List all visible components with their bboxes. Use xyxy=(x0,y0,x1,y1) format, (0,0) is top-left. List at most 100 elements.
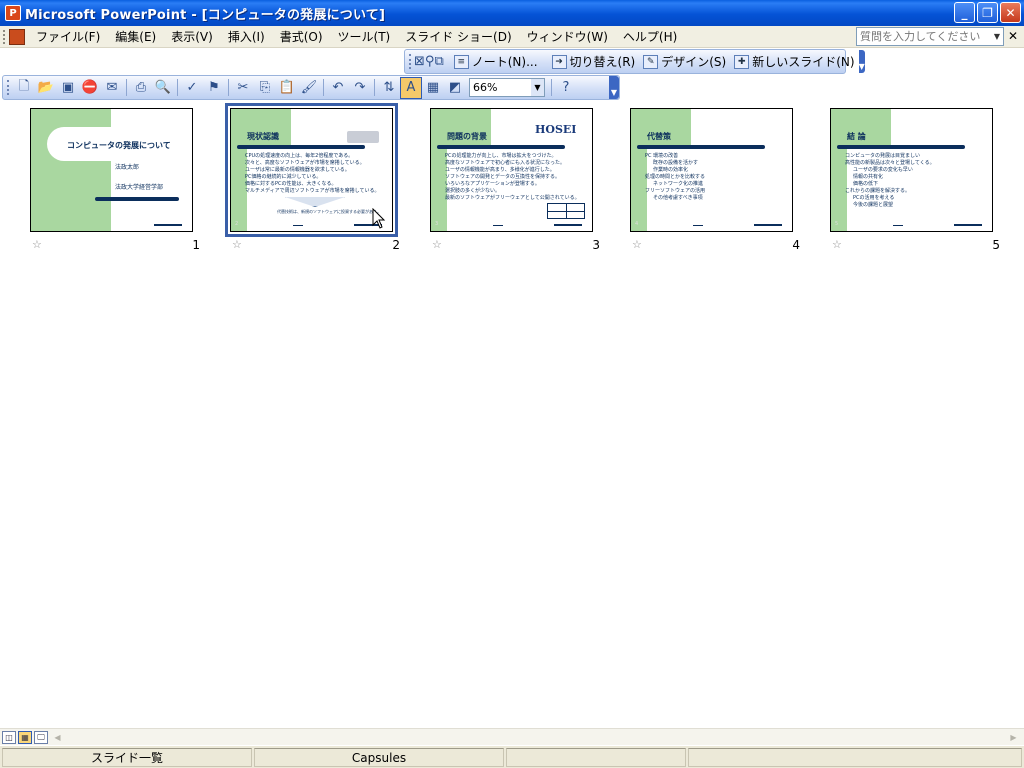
slide-thumbnail-4[interactable]: 代替策 PC 環境の改善 既存の設備を活かす 作業時の効率化 処理の時間とかを比… xyxy=(630,108,800,258)
hide-slide-icon[interactable]: ⊠ xyxy=(414,51,425,73)
menu-file[interactable]: ファイル(F) xyxy=(29,28,108,45)
open-icon[interactable]: 📂 xyxy=(35,77,57,99)
minimize-button[interactable]: _ xyxy=(954,2,975,23)
slideshow-view-icon[interactable]: 🖵 xyxy=(34,731,48,744)
design-button[interactable]: ✎ デザイン(S) xyxy=(639,51,730,73)
slide-number: 1 xyxy=(192,238,200,252)
document-close-icon[interactable]: ✕ xyxy=(1008,29,1018,43)
paste-icon[interactable]: 📋 xyxy=(276,77,298,99)
cut-icon[interactable]: ✂ xyxy=(232,77,254,99)
expand-all-icon[interactable]: ⇅ xyxy=(378,77,400,99)
status-template-label: Capsules xyxy=(351,750,407,765)
print-preview-icon[interactable]: 🔍 xyxy=(152,77,174,99)
sub-bullet: 情報の共有化 xyxy=(853,174,884,180)
star-icon: ☆ xyxy=(232,238,242,251)
bullet: 高性能の新製品は次々と登場してくる。 xyxy=(845,160,935,166)
grid-icon[interactable]: ▦ xyxy=(422,77,444,99)
format-painter-icon[interactable]: 🖌 xyxy=(298,77,320,99)
slide-divider xyxy=(837,145,965,149)
print-icon[interactable]: ⎙ xyxy=(130,77,152,99)
slide-sorter-view-icon[interactable]: ▦ xyxy=(18,731,32,744)
help-question-box[interactable]: ▼ xyxy=(856,27,1004,46)
help-question-input[interactable] xyxy=(857,30,989,43)
design-icon: ✎ xyxy=(643,54,659,69)
new-slide-button[interactable]: ✚ 新しいスライド(N) xyxy=(730,51,858,73)
menu-insert[interactable]: 挿入(I) xyxy=(221,28,273,45)
slide-title: コンピュータの発展について xyxy=(67,141,171,150)
show-formatting-icon[interactable]: A xyxy=(400,76,422,99)
restore-button[interactable]: ❐ xyxy=(977,2,998,23)
slide-thumbnail-2[interactable]: 現状認識 CPUの処理速度の向上は、毎年2倍程度である。 次々と、高度なソフトウ… xyxy=(225,103,400,258)
color-grayscale-icon[interactable]: ◩ xyxy=(444,77,466,99)
summary-icon[interactable]: ⧉ xyxy=(434,51,443,73)
slide-divider xyxy=(237,145,365,149)
document-icon[interactable] xyxy=(9,28,25,45)
slide-page-number: 4 xyxy=(635,221,639,227)
slide-preview[interactable]: 結 論 コンピュータの発展は目覚ましい 高性能の新製品は次々と登場してくる。 ユ… xyxy=(830,108,993,232)
spell-icon[interactable]: ✓ xyxy=(181,77,203,99)
slide-preview[interactable]: 現状認識 CPUの処理速度の向上は、毎年2倍程度である。 次々と、高度なソフトウ… xyxy=(225,103,398,237)
sub-bullet: PCの活用を考える xyxy=(853,195,895,201)
scroll-right-icon[interactable]: ▶ xyxy=(1007,731,1020,744)
menu-format[interactable]: 書式(O) xyxy=(273,28,331,45)
powerpoint-app-icon[interactable]: P xyxy=(5,5,21,21)
mouse-cursor-icon xyxy=(372,208,386,229)
bullet: 次々と、高度なソフトウェアが市場を席捲している。 xyxy=(245,160,365,166)
toolbar-options-icon[interactable]: ▼ xyxy=(858,50,865,73)
slide-thumbnail-5[interactable]: 結 論 コンピュータの発展は目覚ましい 高性能の新製品は次々と登場してくる。 ユ… xyxy=(830,108,1000,258)
bullet: PC価格の継続的に減少している。 xyxy=(245,174,322,180)
slide-preview[interactable]: 問題の背景 HOSEI PCの処理能力が向上し、市場は拡大をつづけた。 高度なソ… xyxy=(430,108,593,232)
horizontal-scrollbar[interactable]: ◫ ▦ 🖵 ◀ ▶ xyxy=(0,728,1024,745)
zoom-dropdown-icon[interactable]: ▼ xyxy=(531,79,544,96)
slide-sorter-toolbar: ⊠ ⚲ ⧉ ≡ ノート(N)... ➜ 切り替え(R) ✎ デザイン(S) ✚ … xyxy=(404,49,865,74)
hosei-logo: HOSEI xyxy=(535,123,577,136)
title-bar: P Microsoft PowerPoint - [コンピュータの発展について]… xyxy=(0,0,1024,26)
help-icon[interactable]: ? xyxy=(555,77,577,99)
research-icon[interactable]: ⚑ xyxy=(203,77,225,99)
slide-number: 4 xyxy=(792,238,800,252)
dropdown-arrow-icon[interactable]: ▼ xyxy=(994,32,1000,41)
slide-preview[interactable]: コンピュータの発展について 法政太郎 法政大学経営学部 xyxy=(30,108,193,232)
standard-toolbar: 🗋 📂 ▣ ⛔ ✉ ⎙ 🔍 ✓ ⚑ ✂ ⎘ 📋 🖌 ↶ ↷ ⇅ A ▦ ◩ 66… xyxy=(2,75,620,100)
slide-footer-dot xyxy=(893,225,903,226)
slide-thumbnail-3[interactable]: 問題の背景 HOSEI PCの処理能力が向上し、市場は拡大をつづけた。 高度なソ… xyxy=(430,108,600,258)
transition-button[interactable]: ➜ 切り替え(R) xyxy=(548,51,640,73)
new-icon[interactable]: 🗋 xyxy=(13,77,35,99)
toolbar-separator xyxy=(551,79,552,96)
sub-bullet: 価格の低下 xyxy=(853,181,879,187)
save-icon[interactable]: ▣ xyxy=(57,77,79,99)
slide-preview[interactable]: 代替策 PC 環境の改善 既存の設備を活かす 作業時の効率化 処理の時間とかを比… xyxy=(630,108,793,232)
bullet: ユーザは常に最新の情報機器を欲求している。 xyxy=(245,167,350,173)
email-icon[interactable]: ✉ xyxy=(101,77,123,99)
toolbar-options-icon[interactable]: ▼ xyxy=(609,76,619,99)
bullet: フリーソフトウェアの活用 xyxy=(645,188,706,194)
slide-footer-dot xyxy=(293,225,303,226)
slide-thumbnail-1[interactable]: コンピュータの発展について 法政太郎 法政大学経営学部 ☆ 1 xyxy=(30,108,200,258)
slide-footer-line xyxy=(754,224,782,226)
toolbar-grip[interactable] xyxy=(7,80,10,95)
menu-window[interactable]: ウィンドウ(W) xyxy=(520,28,616,45)
slide-title: 代替策 xyxy=(647,132,671,141)
zoom-box[interactable]: 66% ▼ xyxy=(469,78,545,97)
summary-slide-icon[interactable]: ⚲ xyxy=(425,51,435,73)
undo-icon[interactable]: ↶ xyxy=(327,77,349,99)
slide-subtitle-line: 法政大学経営学部 xyxy=(115,184,164,191)
menu-grip[interactable] xyxy=(3,29,6,44)
menu-edit[interactable]: 編集(E) xyxy=(108,28,164,45)
menu-view[interactable]: 表示(V) xyxy=(164,28,221,45)
menu-slideshow[interactable]: スライド ショー(D) xyxy=(398,28,519,45)
slide-title: 問題の背景 xyxy=(447,132,487,141)
toolbar-grip[interactable] xyxy=(409,54,411,69)
slide-page-number: 2 xyxy=(235,221,239,227)
permission-icon[interactable]: ⛔ xyxy=(79,77,101,99)
normal-view-icon[interactable]: ◫ xyxy=(2,731,16,744)
close-button[interactable]: ✕ xyxy=(1000,2,1021,23)
notes-button[interactable]: ≡ ノート(N)... xyxy=(450,51,542,73)
menu-help[interactable]: ヘルプ(H) xyxy=(616,28,685,45)
slide-callout: 代替技術は、新規のソフトウェアに投資する必要がある。 xyxy=(277,209,381,214)
scroll-left-icon[interactable]: ◀ xyxy=(51,731,64,744)
copy-icon[interactable]: ⎘ xyxy=(254,77,276,99)
slide-image xyxy=(347,131,379,143)
redo-icon[interactable]: ↷ xyxy=(349,77,371,99)
menu-tools[interactable]: ツール(T) xyxy=(331,28,399,45)
